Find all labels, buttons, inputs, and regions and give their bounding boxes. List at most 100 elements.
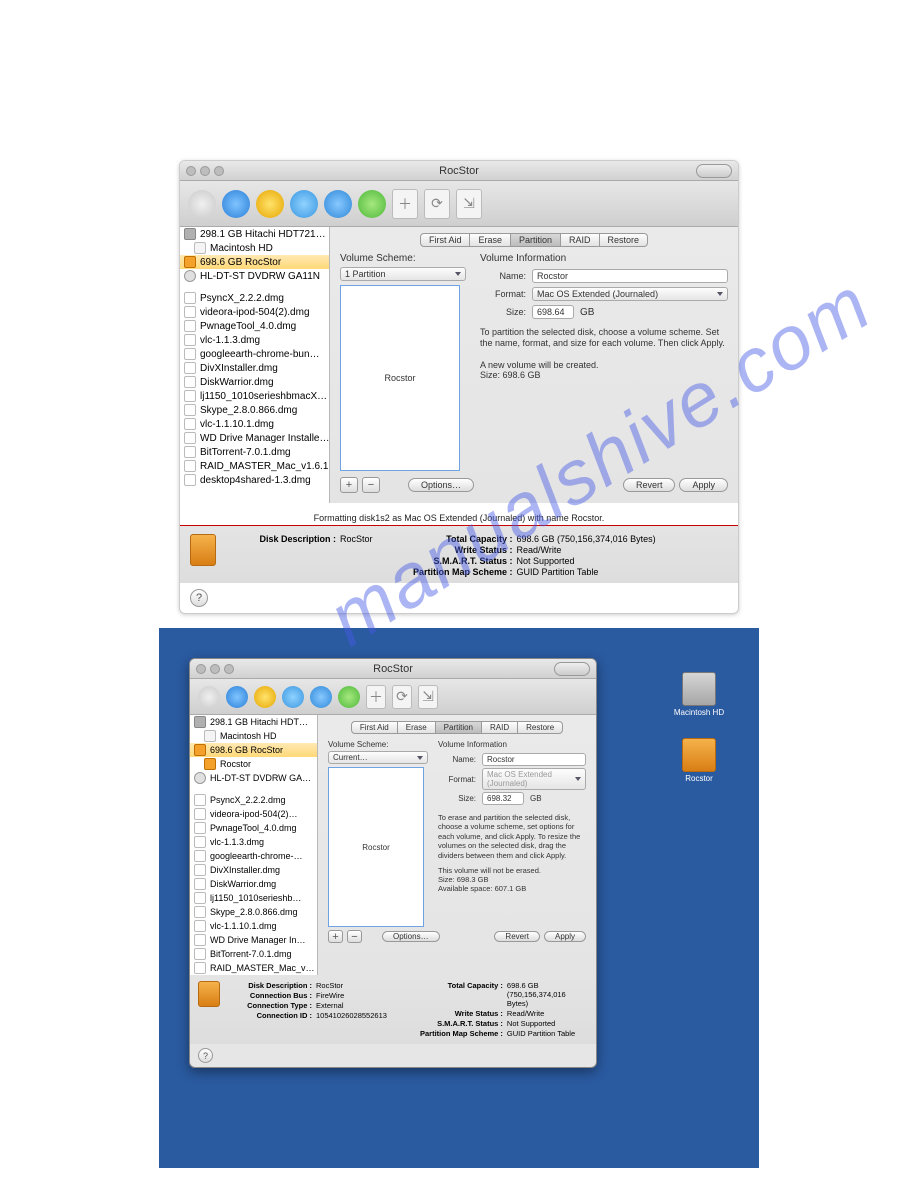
toolbar-toggle[interactable]	[554, 662, 590, 676]
format-dropdown[interactable]: Mac OS Extended (Journaled)	[482, 768, 586, 790]
mount-icon[interactable]	[282, 686, 304, 708]
convert-icon[interactable]: ⟳	[392, 685, 412, 709]
eject-icon[interactable]	[324, 190, 352, 218]
enable-journaling-icon[interactable]	[358, 190, 386, 218]
volume-scheme-dropdown[interactable]: 1 Partition	[340, 267, 466, 281]
sidebar-dmg[interactable]: vlc-1.1.10.1.dmg	[180, 417, 329, 431]
sidebar-dmg[interactable]: WD Drive Manager In…	[190, 933, 317, 947]
sidebar-volume-rocstor[interactable]: Rocstor	[190, 757, 317, 771]
burn-icon[interactable]	[256, 190, 284, 218]
sidebar-dmg[interactable]: vlc-1.1.10.1.dmg	[190, 919, 317, 933]
tab-erase[interactable]: Erase	[470, 233, 511, 247]
titlebar[interactable]: RocStor	[180, 161, 738, 181]
sidebar-dmg[interactable]: lj1150_1010serieshbmacX…	[180, 389, 329, 403]
name-field[interactable]: Rocstor	[532, 269, 728, 283]
partition-layout-box[interactable]: Rocstor	[328, 767, 424, 927]
format-dropdown[interactable]: Mac OS Extended (Journaled)	[532, 287, 728, 301]
sidebar-dmg[interactable]: BitTorrent-7.0.1.dmg	[180, 445, 329, 459]
sidebar-disk-rocstor[interactable]: 698.6 GB RocStor	[190, 743, 317, 757]
eject-icon[interactable]	[310, 686, 332, 708]
mount-icon[interactable]	[290, 190, 318, 218]
tab-partition[interactable]: Partition	[511, 233, 561, 247]
sidebar-dmg[interactable]: googleearth-chrome-bun…	[180, 347, 329, 361]
revert-button[interactable]: Revert	[494, 931, 540, 942]
sidebar-dmg[interactable]: videora-ipod-504(2).dmg	[180, 305, 329, 319]
sidebar-dmg[interactable]: PwnageTool_4.0.dmg	[190, 821, 317, 835]
verify-icon[interactable]	[188, 190, 216, 218]
sidebar-dmg[interactable]: Skype_2.8.0.866.dmg	[190, 905, 317, 919]
enable-journaling-icon[interactable]	[338, 686, 360, 708]
name-field[interactable]: Rocstor	[482, 753, 586, 766]
sidebar[interactable]: 298.1 GB Hitachi HDT721… Macintosh HD 69…	[180, 227, 330, 503]
sidebar-dmg[interactable]: vlc-1.1.3.dmg	[190, 835, 317, 849]
sidebar-optical[interactable]: HL-DT-ST DVDRW GA…	[190, 771, 317, 785]
tab-restore[interactable]: Restore	[600, 233, 649, 247]
window-title: RocStor	[180, 165, 738, 177]
verify-icon[interactable]	[198, 686, 220, 708]
apply-button[interactable]: Apply	[679, 478, 728, 492]
desktop-icon-rocstor[interactable]: Rocstor	[669, 738, 729, 783]
sidebar-dmg[interactable]: DiskWarrior.dmg	[180, 375, 329, 389]
sidebar-dmg[interactable]: DiskWarrior.dmg	[190, 877, 317, 891]
toolbar: ＋ ⟳ ⇲	[180, 181, 738, 227]
sidebar-dmg[interactable]: RAID_MASTER_Mac_v…	[190, 961, 317, 975]
info-icon[interactable]	[222, 190, 250, 218]
info-icon[interactable]	[226, 686, 248, 708]
tab-restore[interactable]: Restore	[518, 721, 563, 734]
remove-partition-button[interactable]: −	[362, 477, 380, 493]
v: RocStor	[340, 534, 373, 544]
help-button[interactable]: ?	[198, 1048, 213, 1063]
sidebar-disk[interactable]: 298.1 GB Hitachi HDT…	[190, 715, 317, 729]
sidebar-disk-rocstor[interactable]: 698.6 GB RocStor	[180, 255, 329, 269]
add-partition-button[interactable]: +	[340, 477, 358, 493]
convert-icon[interactable]: ⟳	[424, 189, 450, 219]
options-button[interactable]: Options…	[382, 931, 440, 942]
sidebar-dmg[interactable]: lj1150_1010serieshb…	[190, 891, 317, 905]
tab-first-aid[interactable]: First Aid	[420, 233, 471, 247]
tab-erase[interactable]: Erase	[398, 721, 436, 734]
add-partition-button[interactable]: +	[328, 930, 343, 943]
resize-image-icon[interactable]: ⇲	[418, 685, 438, 709]
apply-button[interactable]: Apply	[544, 931, 586, 942]
partition-layout-box[interactable]: Rocstor	[340, 285, 460, 471]
volume-scheme-dropdown[interactable]: Current…	[328, 751, 428, 764]
sidebar-dmg[interactable]: RAID_MASTER_Mac_v1.6.1…	[180, 459, 329, 473]
sidebar-dmg[interactable]: desktop4shared-1.3.dmg	[180, 473, 329, 487]
sidebar-dmg[interactable]: BitTorrent-7.0.1.dmg	[190, 947, 317, 961]
sidebar-volume[interactable]: Macintosh HD	[190, 729, 317, 743]
sidebar-dmg[interactable]: videora-ipod-504(2)…	[190, 807, 317, 821]
sidebar-dmg[interactable]: DivXInstaller.dmg	[190, 863, 317, 877]
titlebar[interactable]: RocStor	[190, 659, 596, 679]
tab-partition[interactable]: Partition	[436, 721, 482, 734]
tab-raid[interactable]: RAID	[561, 233, 600, 247]
sidebar-disk[interactable]: 298.1 GB Hitachi HDT721…	[180, 227, 329, 241]
revert-button[interactable]: Revert	[623, 478, 676, 492]
help-button[interactable]: ?	[190, 589, 208, 607]
new-image-icon[interactable]: ＋	[366, 685, 386, 709]
burn-icon[interactable]	[254, 686, 276, 708]
toolbar-toggle[interactable]	[696, 164, 732, 178]
sidebar-dmg[interactable]: googleearth-chrome-…	[190, 849, 317, 863]
sidebar-dmg[interactable]: vlc-1.1.3.dmg	[180, 333, 329, 347]
remove-partition-button[interactable]: −	[347, 930, 362, 943]
options-button[interactable]: Options…	[408, 478, 474, 492]
sidebar-optical[interactable]: HL-DT-ST DVDRW GA11N	[180, 269, 329, 283]
sidebar-dmg[interactable]: PwnageTool_4.0.dmg	[180, 319, 329, 333]
sidebar-dmg[interactable]: PsyncX_2.2.2.dmg	[180, 291, 329, 305]
new-image-icon[interactable]: ＋	[392, 189, 418, 219]
tab-first-aid[interactable]: First Aid	[351, 721, 398, 734]
k: Disk Description :	[226, 534, 336, 544]
sidebar-dmg[interactable]: Skype_2.8.0.866.dmg	[180, 403, 329, 417]
tab-raid[interactable]: RAID	[482, 721, 518, 734]
sidebar[interactable]: 298.1 GB Hitachi HDT… Macintosh HD 698.6…	[190, 715, 318, 975]
sidebar-label: PwnageTool_4.0.dmg	[200, 321, 296, 332]
sidebar-dmg[interactable]: PsyncX_2.2.2.dmg	[190, 793, 317, 807]
sidebar-volume[interactable]: Macintosh HD	[180, 241, 329, 255]
desktop-icon-macintosh-hd[interactable]: Macintosh HD	[669, 672, 729, 717]
sidebar-dmg[interactable]: DivXInstaller.dmg	[180, 361, 329, 375]
drive-icon	[198, 981, 220, 1007]
resize-image-icon[interactable]: ⇲	[456, 189, 482, 219]
size-field[interactable]: 698.32	[482, 792, 524, 805]
size-field[interactable]: 698.64	[532, 305, 574, 319]
sidebar-dmg[interactable]: WD Drive Manager Installe…	[180, 431, 329, 445]
